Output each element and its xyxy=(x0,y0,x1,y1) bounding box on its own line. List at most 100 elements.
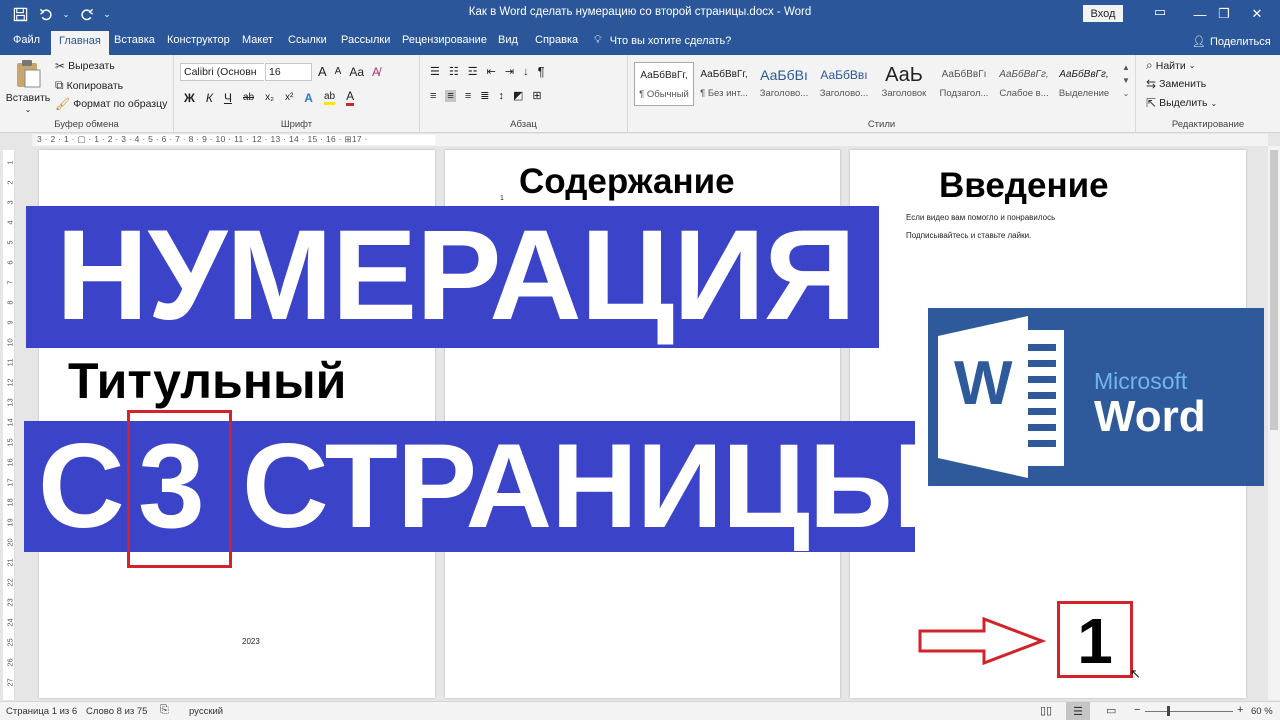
text-effects-button[interactable]: A xyxy=(304,91,313,105)
shading-icon[interactable]: ◩ xyxy=(513,89,523,102)
share-button[interactable]: 👤︎ Поделиться xyxy=(1192,35,1271,49)
style-item[interactable]: АаБбВвı Заголово... xyxy=(814,62,874,106)
decrease-indent-icon[interactable]: ⇤ xyxy=(487,65,496,78)
tab-mailings[interactable]: Рассылки xyxy=(341,34,390,46)
cut-button[interactable]: ✂ Вырезать xyxy=(55,59,115,73)
print-layout-icon[interactable]: ☰ xyxy=(1066,702,1090,720)
multilevel-list-icon[interactable]: ☲ xyxy=(468,65,478,78)
font-name-combo[interactable]: Calibri (Основн xyxy=(180,63,266,81)
undo-icon[interactable] xyxy=(36,4,56,24)
read-mode-icon[interactable]: ▯▯ xyxy=(1040,704,1052,717)
zoom-in-button[interactable]: + xyxy=(1237,704,1243,716)
tab-layout[interactable]: Макет xyxy=(242,34,273,46)
align-center-icon[interactable]: ≡ xyxy=(445,89,456,102)
subscript-button[interactable]: x₂ xyxy=(265,92,274,103)
zoom-slider[interactable] xyxy=(1145,711,1233,712)
shrink-font-button[interactable]: A xyxy=(335,66,342,77)
align-right-icon[interactable]: ≡ xyxy=(465,90,471,102)
style-preview: АаБбВвГг, xyxy=(1059,69,1109,80)
grow-font-button[interactable]: A xyxy=(318,64,327,79)
proofing-icon[interactable]: ⎘ xyxy=(160,704,169,717)
align-left-icon[interactable]: ≡ xyxy=(430,90,436,102)
signin-button[interactable]: Вход xyxy=(1083,5,1123,22)
style-item[interactable]: АаБбВвГг, ¶ Обычный xyxy=(634,62,694,106)
status-page[interactable]: Страница 1 из 6 xyxy=(6,706,77,717)
web-layout-icon[interactable]: ▭ xyxy=(1106,704,1116,717)
copy-button[interactable]: ⧉ Копировать xyxy=(55,78,123,93)
highlight-button[interactable]: ab xyxy=(323,91,336,105)
zoom-out-button[interactable]: − xyxy=(1134,704,1140,716)
status-words[interactable]: Слово 8 из 75 xyxy=(86,706,147,717)
style-item[interactable]: АаБбВвГг, Выделение xyxy=(1054,62,1114,106)
tab-review[interactable]: Рецензирование xyxy=(402,34,487,46)
font-color-button[interactable]: A xyxy=(346,89,355,106)
page2-number: 1 xyxy=(500,195,504,202)
bold-button[interactable]: Ж xyxy=(184,91,195,105)
sort-icon[interactable]: ↓ xyxy=(523,66,529,78)
justify-icon[interactable]: ≣ xyxy=(480,89,489,102)
status-language[interactable]: русский xyxy=(189,706,223,717)
brush-icon: 🖌︎ xyxy=(55,97,71,111)
borders-icon[interactable]: ⊞ xyxy=(532,89,541,102)
close-button[interactable]: ✕ xyxy=(1234,0,1280,28)
style-item[interactable]: АаЬ Заголовок xyxy=(874,62,934,106)
save-icon[interactable] xyxy=(10,4,30,24)
numbering-icon[interactable]: ☷ xyxy=(449,65,459,78)
strikethrough-button[interactable]: ab xyxy=(243,92,254,103)
tell-me-box[interactable]: 💡︎ Что вы хотите сделать? xyxy=(594,34,731,47)
superscript-button[interactable]: x² xyxy=(285,92,293,103)
tab-home[interactable]: Главная xyxy=(51,31,109,55)
undo-dropdown-icon[interactable]: ⌄ xyxy=(62,4,70,24)
line-spacing-icon[interactable]: ↕ xyxy=(498,90,504,102)
format-painter-button[interactable]: 🖌︎ Формат по образцу xyxy=(55,97,167,111)
show-marks-button[interactable]: ¶ xyxy=(538,64,545,79)
page1-year: 2023 xyxy=(242,637,260,646)
number-highlight-box xyxy=(127,410,232,568)
vertical-ruler[interactable]: 1 2 3 4 5 6 7 8 9 10 11 12 13 14 15 16 17 18 19 20 21 22 23 24 2… xyxy=(3,150,15,700)
style-item[interactable]: АаБбВвГг, Слабое в... xyxy=(994,62,1054,106)
style-item[interactable]: АаБбВı Заголово... xyxy=(754,62,814,106)
logo-microsoft-text: Microsoft xyxy=(1094,368,1188,394)
horizontal-ruler[interactable]: 3 · 2 · 1 · ▢ · 1 · 2 · 3 · 4 · 5 · 6 · … xyxy=(32,134,1268,146)
tab-design[interactable]: Конструктор xyxy=(167,34,230,46)
change-case-button[interactable]: Aa xyxy=(349,65,364,79)
style-item[interactable]: АаБбВвГı Подзагол... xyxy=(934,62,994,106)
zoom-level[interactable]: 60 % xyxy=(1251,706,1273,717)
font-size-combo[interactable]: 16 xyxy=(265,63,312,81)
zoom-slider-thumb[interactable] xyxy=(1167,706,1170,716)
tab-insert[interactable]: Вставка xyxy=(114,34,155,46)
underline-button[interactable]: Ч xyxy=(224,91,232,105)
style-preview: АаЬ xyxy=(885,64,923,86)
style-preview: АаБбВвГг, xyxy=(640,70,688,81)
find-button[interactable]: ⌕ Найти ⌄ xyxy=(1146,58,1195,73)
italic-button[interactable]: К xyxy=(206,91,213,105)
tab-references[interactable]: Ссылки xyxy=(288,34,327,46)
paste-button[interactable]: Вставить ⌄ xyxy=(6,59,50,114)
customize-qat-icon[interactable]: ⌄ xyxy=(102,4,112,24)
tab-file[interactable]: Файл xyxy=(13,34,40,46)
scrollbar-thumb[interactable] xyxy=(1270,150,1278,430)
style-name: ¶ Обычный xyxy=(639,89,689,100)
banner-suffix-text: СТРАНИЦЫ xyxy=(242,419,926,553)
tab-help[interactable]: Справка xyxy=(535,34,578,46)
clear-formatting-icon[interactable]: A̸ xyxy=(372,65,380,79)
select-button[interactable]: ⇱ Выделить ⌄ xyxy=(1146,96,1217,110)
cut-label: Вырезать xyxy=(68,60,115,72)
replace-button[interactable]: ⇆ Заменить xyxy=(1146,77,1206,91)
vertical-ruler-tick: 23 xyxy=(5,598,15,607)
paste-icon xyxy=(17,60,41,88)
redo-icon[interactable] xyxy=(76,4,96,24)
ribbon: Вставить ⌄ ✂ Вырезать ⧉ Копировать 🖌︎ Фо… xyxy=(0,55,1280,133)
page3-line1: Если видео вам помогло и понравилось xyxy=(906,213,1056,222)
vertical-scrollbar[interactable] xyxy=(1268,146,1280,700)
vertical-ruler-tick: 24 xyxy=(5,618,15,627)
styles-scroll[interactable]: ▲ ▼ ⌄ xyxy=(1120,61,1132,100)
style-item[interactable]: АаБбВвГг, ¶ Без инт... xyxy=(694,62,754,106)
tab-view[interactable]: Вид xyxy=(498,34,518,46)
editing-group: ⌕ Найти ⌄ ⇆ Заменить ⇱ Выделить ⌄ Редакт… xyxy=(1136,55,1280,133)
find-icon: ⌕ xyxy=(1146,58,1153,72)
increase-indent-icon[interactable]: ⇥ xyxy=(505,65,514,78)
vertical-ruler-tick: 5 xyxy=(5,240,15,245)
bullets-icon[interactable]: ☰ xyxy=(430,65,440,78)
select-dropdown-icon: ⌄ xyxy=(1210,98,1218,108)
